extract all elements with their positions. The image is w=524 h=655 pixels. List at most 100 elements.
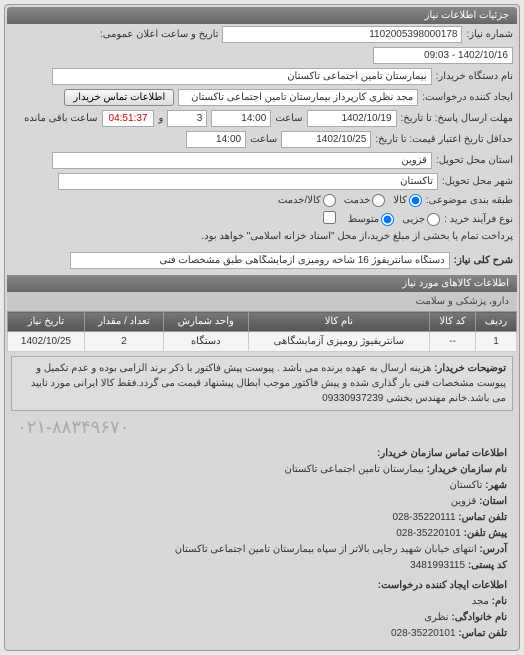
time-label-1: ساعت [275,113,302,124]
deadline-time-field[interactable] [211,110,271,127]
radio-service-input[interactable] [372,194,385,207]
contact-city-label: شهر: [485,480,507,491]
th-name: نام کالا [248,312,430,332]
radio-both-input[interactable] [323,194,336,207]
radio-medium-label: متوسط [348,214,379,225]
cell-date: 1402/10/25 [8,332,85,352]
contact-title: اطلاعات تماس سازمان خریدار: [17,446,507,462]
contact-city-value: تاکستان [449,480,482,491]
row-city: شهر محل تحویل: [7,171,517,192]
cell-code: -- [430,332,476,352]
buyer-label: نام دستگاه خریدار: [436,71,513,82]
cell-unit: دستگاه [163,332,248,352]
table-row[interactable]: 1 -- سانتریفیوژ رومیزی آزمایشگاهی دستگاه… [8,332,517,352]
req-no-field[interactable] [222,26,462,43]
panel-title: جزئیات اطلاعات نیاز [7,7,517,24]
row-req-no: شماره نیاز: تاریخ و ساعت اعلان عمومی: [7,24,517,66]
radio-service-label: خدمت [344,195,371,206]
org-label: نام سازمان خریدار: [427,464,507,475]
th-code: کد کالا [430,312,476,332]
deadline-date-field[interactable] [307,110,397,127]
process-note: پرداخت تمام یا بخشی از مبلغ خرید،از محل … [201,231,513,242]
contact-fax-value: 35220101-028 [396,528,461,539]
buyer-note-box: توضیحات خریدار: هزینه ارسال به عهده برند… [11,356,513,411]
contact-end-label: آدرس: [479,544,507,555]
city-field[interactable] [58,173,438,190]
cell-qty: 2 [84,332,163,352]
row-category: طبقه بندی موضوعی: کالا خدمت کالا/خدمت [7,192,517,209]
radio-small[interactable]: جزیی [402,213,440,226]
table-header-row: ردیف کد کالا نام کالا واحد شمارش تعداد /… [8,312,517,332]
days-remaining-field [167,110,207,127]
items-table: ردیف کد کالا نام کالا واحد شمارش تعداد /… [7,311,517,352]
buyer-field[interactable] [52,68,432,85]
treasury-checkbox[interactable] [323,211,336,224]
radio-small-input[interactable] [427,213,440,226]
process-label: نوع فرآیند خرید : [444,214,513,225]
datetime-field[interactable] [373,47,513,64]
row-process: نوع فرآیند خرید : جزیی متوسط پرداخت تمام… [7,209,517,244]
family-value: نظری [424,612,448,623]
note-label: توضیحات خریدار: [434,363,506,374]
creator-phone-value: 35220101-028 [391,628,456,639]
row-deadline: مهلت ارسال پاسخ: تا تاریخ: ساعت و 04:51:… [7,108,517,129]
radio-both[interactable]: کالا/خدمت [278,194,336,207]
process-radio-group: جزیی متوسط [348,213,440,226]
radio-small-label: جزیی [402,214,425,225]
contact-postal-label: کد پستی: [468,560,507,571]
th-date: تاریخ نیاز [8,312,85,332]
row-desc: شرح کلی نیاز: [7,250,517,271]
contact-buyer-button[interactable]: اطلاعات تماس خریدار [64,89,174,106]
validity-time-field[interactable] [186,131,246,148]
timer-suffix: ساعت باقی مانده [24,113,97,124]
province-field[interactable] [52,152,432,169]
deadline-label: مهلت ارسال پاسخ: تا تاریخ: [401,113,513,124]
contact-phone-value: 35220111-028 [392,512,455,523]
contact-province-label: استان: [479,496,507,507]
row-province: استان محل تحویل: [7,150,517,171]
category-label: طبقه بندی موضوعی: [426,195,513,206]
validity-label: حداقل تاریخ اعتبار قیمت: تا تاریخ: [375,134,513,145]
org-value: بیمارستان تامین اجتماعی تاکستان [285,464,424,475]
contact-end-value: انتهای خیابان شهید رجایی بالاتر از سپاه … [175,544,477,555]
creator-title: اطلاعات ایجاد کننده درخواست: [17,578,507,594]
th-unit: واحد شمارش [163,312,248,332]
details-panel: جزئیات اطلاعات نیاز شماره نیاز: تاریخ و … [4,4,520,651]
contact-fax-label: پیش تلفن: [464,528,507,539]
radio-goods[interactable]: کالا [393,194,422,207]
desc-label: شرح کلی نیاز: [454,255,513,266]
remaining-and: و [158,113,163,124]
category-radio-group: کالا خدمت کالا/خدمت [278,194,422,207]
cell-row: 1 [476,332,517,352]
req-no-label: شماره نیاز: [466,29,513,40]
th-row: ردیف [476,312,517,332]
th-qty: تعداد / مقدار [84,312,163,332]
time-label-2: ساعت [250,134,277,145]
contact-postal-value: 3481993115 [410,560,465,571]
validity-date-field[interactable] [281,131,371,148]
radio-medium-input[interactable] [381,213,394,226]
cell-name: سانتریفیوژ رومیزی آزمایشگاهی [248,332,430,352]
radio-goods-input[interactable] [409,194,422,207]
row-validity: حداقل تاریخ اعتبار قیمت: تا تاریخ: ساعت [7,129,517,150]
city-label: شهر محل تحویل: [442,176,513,187]
province-label: استان محل تحویل: [436,155,513,166]
radio-medium[interactable]: متوسط [348,213,394,226]
creator-label: ایجاد کننده درخواست: [422,92,513,103]
desc-field[interactable] [70,252,450,269]
name-value: مجد [472,596,489,607]
row-buyer: نام دستگاه خریدار: [7,66,517,87]
creator-phone-label: تلفن تماس: [458,628,507,639]
phone-large: ۰۲۱-۸۸۳۴۹۶۷۰ [7,415,517,440]
contact-phone-label: تلفن تماس: [458,512,507,523]
radio-service[interactable]: خدمت [344,194,386,207]
creator-field[interactable] [178,89,418,106]
radio-goods-label: کالا [393,195,407,206]
row-creator: ایجاد کننده درخواست: اطلاعات تماس خریدار [7,87,517,108]
radio-both-label: کالا/خدمت [278,195,321,206]
contact-province-value: قزوین [451,496,477,507]
name-label: نام: [492,596,507,607]
category-bar: دارو، پزشکی و سلامت [7,292,517,311]
datetime-label: تاریخ و ساعت اعلان عمومی: [100,29,219,40]
countdown-timer: 04:51:37 [102,110,155,127]
